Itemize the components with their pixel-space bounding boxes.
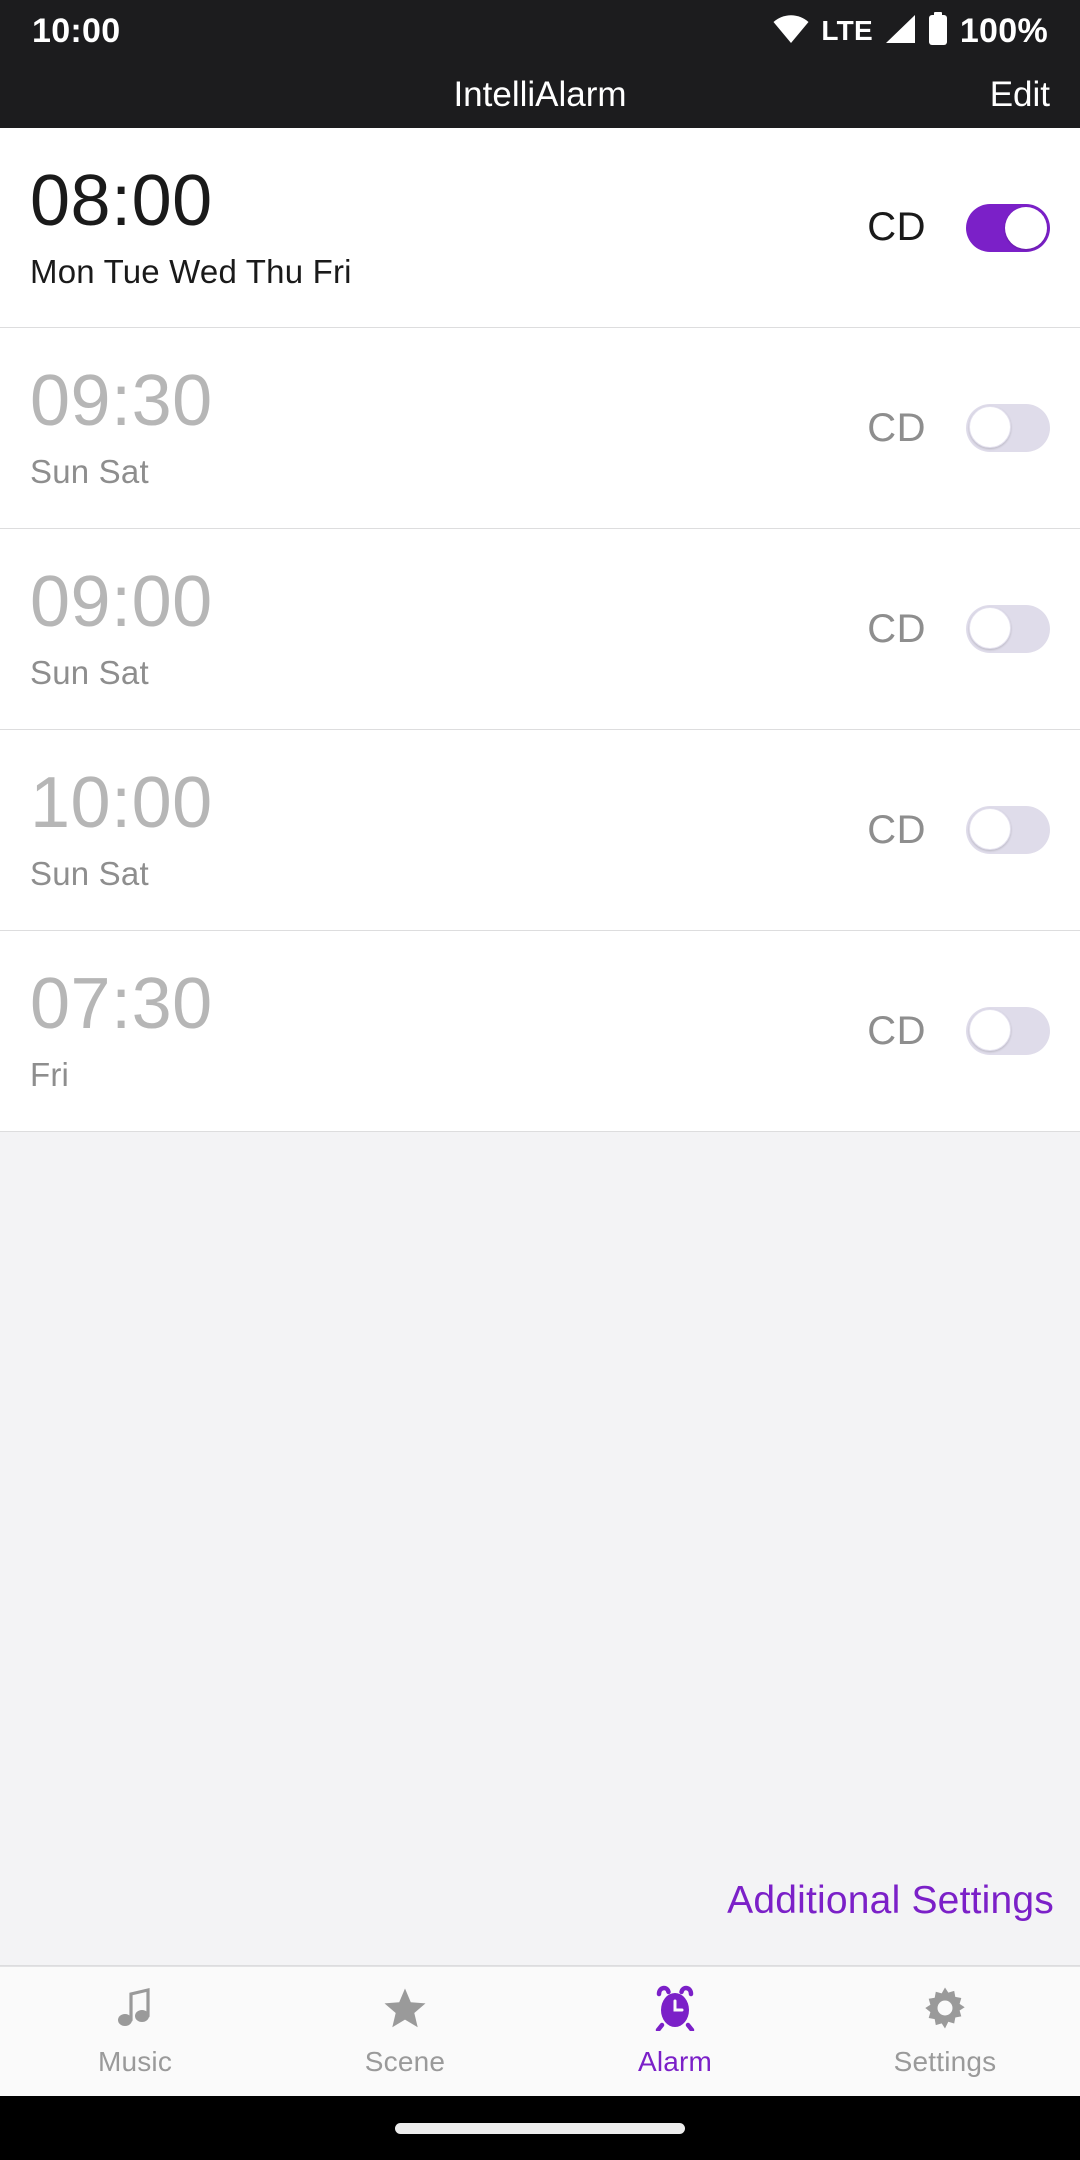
nav-item-alarm[interactable]: Alarm	[540, 1985, 810, 2078]
status-bar: 10:00 LTE 100%	[0, 0, 1080, 62]
alarm-toggle[interactable]	[966, 404, 1050, 452]
alarm-days: Mon Tue Wed Thu Fri	[30, 252, 352, 290]
nav-item-music[interactable]: Music	[0, 1986, 270, 2078]
nav-item-label: Scene	[364, 2045, 446, 2077]
alarm-tag-label: CD	[867, 205, 926, 249]
nav-item-label: Alarm	[637, 2045, 713, 2077]
alarm-toggle-knob	[969, 406, 1011, 448]
alarm-tag-label: CD	[867, 606, 926, 651]
alarm-controls: CD	[867, 404, 1050, 452]
additional-settings-link[interactable]: Additional Settings	[727, 1879, 1054, 1923]
status-bar-indicators: LTE 100%	[772, 11, 1048, 51]
alarm-info: 09:00 Sun Sat	[30, 566, 867, 692]
music-note-icon	[115, 1986, 155, 2030]
alarm-row[interactable]: 10:00 Sun Sat CD	[0, 730, 1080, 931]
nav-item-scene[interactable]: Scene	[270, 1986, 540, 2078]
alarm-time: 07:30	[30, 964, 213, 1044]
alarm-info: 09:30 Sun Sat	[30, 365, 867, 491]
alarm-days: Sun Sat	[30, 654, 149, 691]
alarm-days: Fri	[30, 1056, 70, 1093]
alarm-toggle-knob	[969, 808, 1011, 850]
system-gesture-bar	[0, 2096, 1080, 2160]
battery-icon	[927, 11, 949, 51]
gesture-pill[interactable]	[395, 2122, 685, 2134]
nav-item-label: Music	[97, 2045, 173, 2077]
alarm-toggle[interactable]	[966, 806, 1050, 854]
network-type-label: LTE	[821, 15, 873, 46]
gear-icon	[924, 1986, 966, 2030]
alarm-days: Sun Sat	[30, 453, 149, 490]
alarm-row[interactable]: 09:00 Sun Sat CD	[0, 529, 1080, 730]
alarm-days: Sun Sat	[30, 855, 149, 892]
alarm-tag-label: CD	[867, 405, 926, 450]
app-screen: 10:00 LTE 100% IntelliAlarm Edit 08:00 Mo…	[0, 0, 1080, 2160]
battery-percent-label: 100%	[959, 11, 1048, 50]
alarm-toggle[interactable]	[966, 605, 1050, 653]
nav-item-settings[interactable]: Settings	[810, 1986, 1080, 2078]
alarm-time: 09:30	[30, 361, 213, 441]
page-title: IntelliAlarm	[453, 75, 627, 114]
alarm-info: 07:30 Fri	[30, 968, 867, 1094]
bottom-navigation-bar: Music Scene Alarm Settings	[0, 1966, 1080, 2096]
alarm-time: 09:00	[30, 562, 213, 642]
alarm-row[interactable]: 09:30 Sun Sat CD	[0, 328, 1080, 529]
alarm-clock-icon	[654, 1985, 696, 2031]
app-bar: IntelliAlarm Edit	[0, 62, 1080, 128]
alarm-controls: CD	[867, 806, 1050, 854]
nav-item-label: Settings	[893, 2045, 997, 2077]
alarm-controls: CD	[867, 1007, 1050, 1055]
alarm-tag-label: CD	[867, 1008, 926, 1053]
alarm-tag-label: CD	[867, 807, 926, 852]
alarm-info: 10:00 Sun Sat	[30, 767, 867, 893]
alarm-controls: CD	[867, 605, 1050, 653]
star-icon	[383, 1986, 427, 2030]
signal-icon	[884, 14, 916, 49]
alarm-time: 10:00	[30, 763, 213, 843]
status-bar-clock: 10:00	[32, 11, 121, 50]
alarm-row[interactable]: 07:30 Fri CD	[0, 931, 1080, 1132]
wifi-icon	[772, 14, 810, 49]
alarm-toggle-knob	[1005, 206, 1047, 249]
alarm-toggle-knob	[969, 607, 1011, 649]
edit-button[interactable]: Edit	[990, 75, 1050, 115]
alarm-time: 08:00	[30, 160, 213, 241]
alarm-toggle[interactable]	[966, 1007, 1050, 1055]
alarm-toggle[interactable]	[966, 203, 1050, 252]
alarm-info: 08:00 Mon Tue Wed Thu Fri	[30, 165, 867, 291]
alarm-list: 08:00 Mon Tue Wed Thu Fri CD 09:30 Sun Sat CD…	[0, 128, 1080, 1132]
alarm-row[interactable]: 08:00 Mon Tue Wed Thu Fri CD	[0, 128, 1080, 328]
alarm-toggle-knob	[969, 1009, 1011, 1051]
list-footer-area: Additional Settings	[0, 1132, 1080, 1966]
alarm-controls: CD	[867, 203, 1050, 252]
